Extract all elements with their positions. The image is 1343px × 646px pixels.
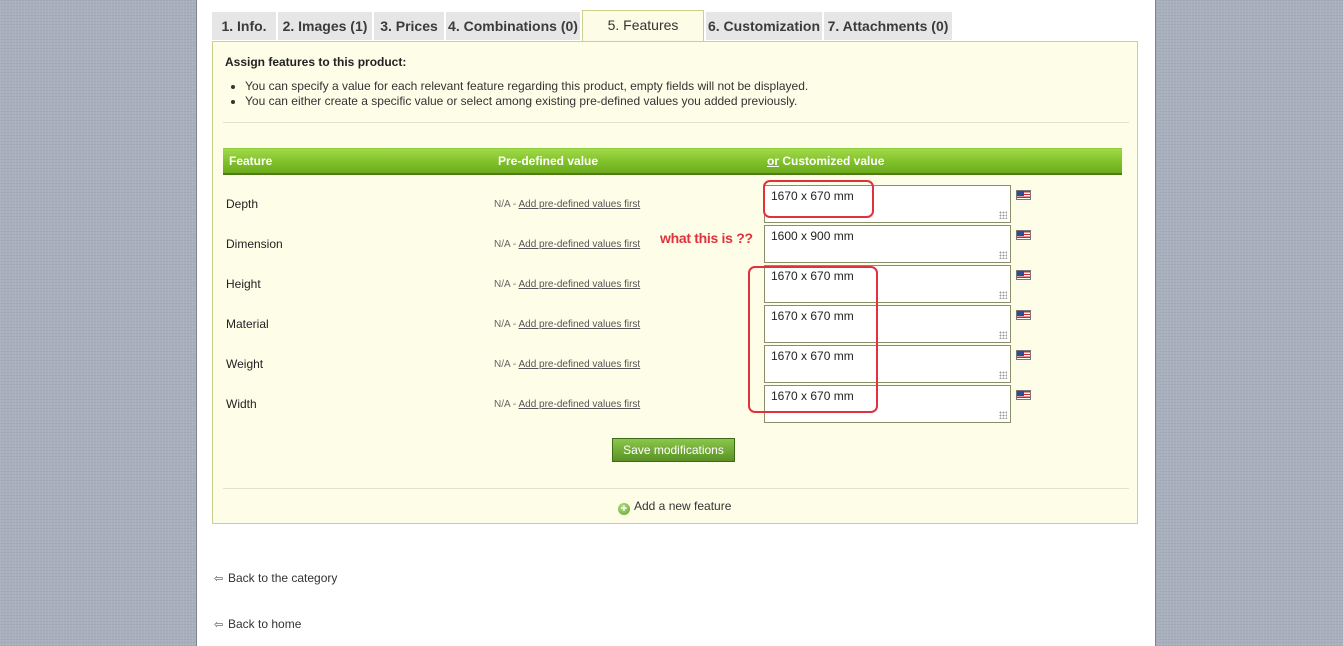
- back-to-category-link[interactable]: ⇦ Back to the category: [214, 571, 337, 585]
- us-flag-icon[interactable]: [1016, 390, 1031, 400]
- instruction-item: You can either create a specific value o…: [245, 94, 808, 109]
- back-arrow-icon: ⇦: [214, 619, 224, 631]
- resize-grip-icon[interactable]: [999, 331, 1007, 339]
- tab-prices[interactable]: 3. Prices: [374, 12, 444, 40]
- feature-label-width: Width: [226, 397, 257, 411]
- features-table-header: Feature Pre-defined value or Customized …: [223, 148, 1122, 175]
- feature-label-depth: Depth: [226, 197, 259, 211]
- resize-grip-icon[interactable]: [999, 211, 1007, 219]
- annotation-highlight-box: [748, 266, 878, 413]
- resize-grip-icon[interactable]: [999, 251, 1007, 259]
- resize-grip-icon[interactable]: [999, 411, 1007, 419]
- tab-attachments[interactable]: 7. Attachments (0): [824, 12, 952, 40]
- back-to-home-link[interactable]: ⇦ Back to home: [214, 617, 301, 631]
- tab-combinations[interactable]: 4. Combinations (0): [446, 12, 580, 40]
- predefined-value-material: N/A - Add pre-defined values first: [494, 319, 641, 330]
- add-predefined-link[interactable]: Add pre-defined values first: [518, 399, 640, 410]
- us-flag-icon[interactable]: [1016, 350, 1031, 360]
- resize-grip-icon[interactable]: [999, 371, 1007, 379]
- feature-label-material: Material: [226, 317, 269, 331]
- features-panel: Assign features to this product: You can…: [212, 41, 1138, 524]
- feature-label-weight: Weight: [226, 357, 264, 371]
- instructions-list: You can specify a value for each relevan…: [225, 79, 808, 109]
- column-header-predefined: Pre-defined value: [498, 154, 599, 168]
- tab-features[interactable]: 5. Features: [582, 10, 704, 41]
- divider: [223, 122, 1129, 123]
- add-predefined-link[interactable]: Add pre-defined values first: [518, 199, 640, 210]
- add-predefined-link[interactable]: Add pre-defined values first: [518, 279, 640, 290]
- column-header-feature: Feature: [229, 154, 273, 168]
- tab-images[interactable]: 2. Images (1): [278, 12, 372, 40]
- column-header-customized: or Customized value: [767, 154, 885, 168]
- add-feature-label: Add a new feature: [634, 499, 732, 513]
- predefined-value-height: N/A - Add pre-defined values first: [494, 279, 641, 290]
- back-arrow-icon: ⇦: [214, 573, 224, 585]
- tab-customization[interactable]: 6. Customization: [706, 12, 822, 40]
- predefined-value-weight: N/A - Add pre-defined values first: [494, 359, 641, 370]
- back-category-label: Back to the category: [228, 571, 338, 585]
- us-flag-icon[interactable]: [1016, 190, 1031, 200]
- divider: [223, 488, 1129, 489]
- us-flag-icon[interactable]: [1016, 310, 1031, 320]
- add-predefined-link[interactable]: Add pre-defined values first: [518, 359, 640, 370]
- resize-grip-icon[interactable]: [999, 291, 1007, 299]
- predefined-value-width: N/A - Add pre-defined values first: [494, 399, 641, 410]
- predefined-value-depth: N/A - Add pre-defined values first: [494, 199, 641, 210]
- us-flag-icon[interactable]: [1016, 270, 1031, 280]
- add-new-feature-link[interactable]: + Add a new feature: [618, 499, 731, 515]
- predefined-value-dimension: N/A - Add pre-defined values first: [494, 239, 641, 250]
- add-predefined-link[interactable]: Add pre-defined values first: [518, 319, 640, 330]
- annotation-highlight-box: [763, 180, 874, 218]
- back-home-label: Back to home: [228, 617, 302, 631]
- save-modifications-button[interactable]: Save modifications: [612, 438, 735, 462]
- plus-circle-icon: +: [618, 503, 630, 515]
- page-content: 1. Info. 2. Images (1) 3. Prices 4. Comb…: [196, 0, 1156, 646]
- feature-label-dimension: Dimension: [226, 237, 283, 251]
- us-flag-icon[interactable]: [1016, 230, 1031, 240]
- instruction-item: You can specify a value for each relevan…: [245, 79, 808, 94]
- annotation-text: what this is ??: [660, 230, 753, 246]
- add-predefined-link[interactable]: Add pre-defined values first: [518, 239, 640, 250]
- panel-heading: Assign features to this product:: [225, 55, 407, 69]
- tab-info[interactable]: 1. Info.: [212, 12, 276, 40]
- feature-label-height: Height: [226, 277, 261, 291]
- custom-value-dimension[interactable]: 1600 x 900 mm: [764, 225, 1011, 263]
